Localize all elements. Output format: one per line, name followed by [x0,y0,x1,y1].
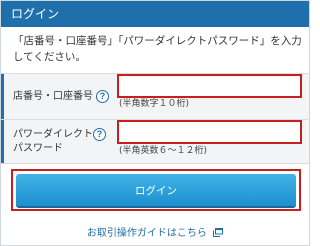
row-accent-bar [1,74,4,119]
account-number-row: 店番号・口座番号 ? (半角数字１０桁) [1,73,309,119]
panel-header: ログイン [1,1,309,27]
login-button[interactable]: ログイン [16,174,296,206]
account-number-label: 店番号・口座番号 [13,91,93,102]
account-number-hint: (半角数字１０桁) [119,99,190,109]
password-label: パワーダイレクト パスワード [13,129,93,154]
password-input[interactable] [117,120,302,144]
password-row: パワーダイレクト パスワード ? (半角英数６～１２桁) [1,119,309,164]
guide-link-container: お取引操作ガイドはこちら [1,224,309,239]
password-hint: (半角英数６～１２桁) [119,146,208,156]
login-button-highlight: ログイン [11,169,301,211]
login-panel: ログイン 「店番号・口座番号」「パワーダイレクトパスワード」を入力してください。… [0,0,310,246]
help-icon[interactable]: ? [96,90,109,103]
guide-link[interactable]: お取引操作ガイドはこちら [87,228,207,239]
external-window-icon[interactable] [213,228,224,237]
row-accent-bar [1,120,4,163]
help-icon[interactable]: ? [93,128,106,141]
instructions-text: 「店番号・口座番号」「パワーダイレクトパスワード」を入力してください。 [13,35,302,63]
account-number-input[interactable] [117,74,302,98]
